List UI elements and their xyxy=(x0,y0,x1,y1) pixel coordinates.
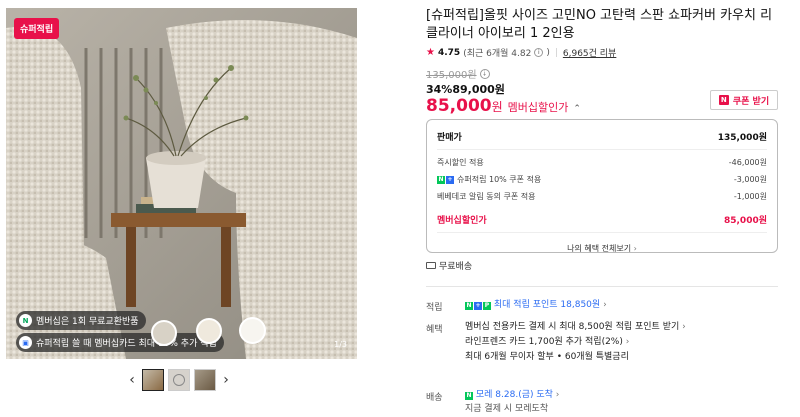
thumbnail-1[interactable] xyxy=(142,369,164,391)
thumbnail-strip: ‹ › xyxy=(126,369,232,391)
product-photo xyxy=(6,8,357,359)
benefit-item[interactable]: 멤버십 전용카드 결제 시 최대 8,500원 적립 포인트 받기 › xyxy=(465,320,686,335)
super-points-badge: 슈퍼적립 xyxy=(14,18,60,39)
color-swatch-1[interactable] xyxy=(151,320,177,346)
chevron-left-icon[interactable]: ‹ xyxy=(126,369,138,391)
naverpay-icon: N + P xyxy=(465,301,491,310)
chevron-right-icon[interactable]: › xyxy=(220,369,232,391)
chevron-right-icon: › xyxy=(555,390,560,400)
benefit-item[interactable]: 라인프렌즈 카드 1,700원 추가 적립(2%) › xyxy=(465,335,629,350)
card-icon: ▣ xyxy=(19,336,32,349)
benefit-item-text: 라인프렌즈 카드 1,700원 추가 적립(2%) xyxy=(465,337,623,347)
chevron-right-icon: › xyxy=(625,337,630,347)
membership-exchange-text: 멤버십은 1회 무료교환반품 xyxy=(36,317,139,327)
points-link[interactable]: N + P 최대 적립 포인트 18,850원 › xyxy=(465,298,607,313)
super-points-card-tag: ▣ 슈퍼적립 쓸 때 멤버십카드 최대 10% 추가 적립 xyxy=(16,333,224,352)
chevron-right-icon: › xyxy=(603,300,607,310)
benefit-item-text: 최대 6개월 무이자 할부 • 60개월 특별금리 xyxy=(465,352,629,362)
color-swatch-2[interactable] xyxy=(196,318,222,344)
benefit-item[interactable]: 최대 6개월 무이자 할부 • 60개월 특별금리 xyxy=(465,350,629,365)
super-points-card-text: 슈퍼적립 쓸 때 멤버십카드 최대 10% 추가 적립 xyxy=(36,339,217,349)
benefits-label: 혜택 xyxy=(426,325,443,335)
delivery-date: 모레 8.28.(금) 도착 xyxy=(475,390,553,400)
points-text: 최대 적립 포인트 18,850원 xyxy=(493,300,601,310)
benefit-details: 적립 N + P 최대 적립 포인트 18,850원 › 혜택 멤버십 전용카드 결… xyxy=(426,0,778,414)
chevron-right-icon: › xyxy=(682,322,686,332)
benefit-item-text: 멤버십 전용카드 결제 시 최대 8,500원 적립 포인트 받기 xyxy=(465,322,680,332)
color-swatch-3[interactable] xyxy=(239,317,266,344)
delivery-sub: 지금 결제 시 모레도착 xyxy=(465,404,549,414)
slide-counter: 1/3 xyxy=(334,340,347,349)
product-page: 슈퍼적립 N 멤버십은 1회 무료교환반품 ▣ 슈퍼적립 쓸 때 멤버십카드 최… xyxy=(0,0,800,414)
naver-delivery-icon: N xyxy=(465,391,473,400)
product-image[interactable]: 슈퍼적립 N 멤버십은 1회 무료교환반품 ▣ 슈퍼적립 쓸 때 멤버십카드 최… xyxy=(6,8,357,359)
delivery-info[interactable]: N 모레 8.28.(금) 도착 › xyxy=(465,388,559,403)
points-label: 적립 xyxy=(426,303,443,313)
membership-exchange-tag: N 멤버십은 1회 무료교환반품 xyxy=(16,311,146,330)
delivery-label: 배송 xyxy=(426,393,443,403)
thumbnail-3[interactable] xyxy=(194,369,216,391)
swatch-thumb-icon xyxy=(173,374,185,386)
thumbnail-2[interactable] xyxy=(168,369,190,391)
membership-icon: N xyxy=(19,314,32,327)
